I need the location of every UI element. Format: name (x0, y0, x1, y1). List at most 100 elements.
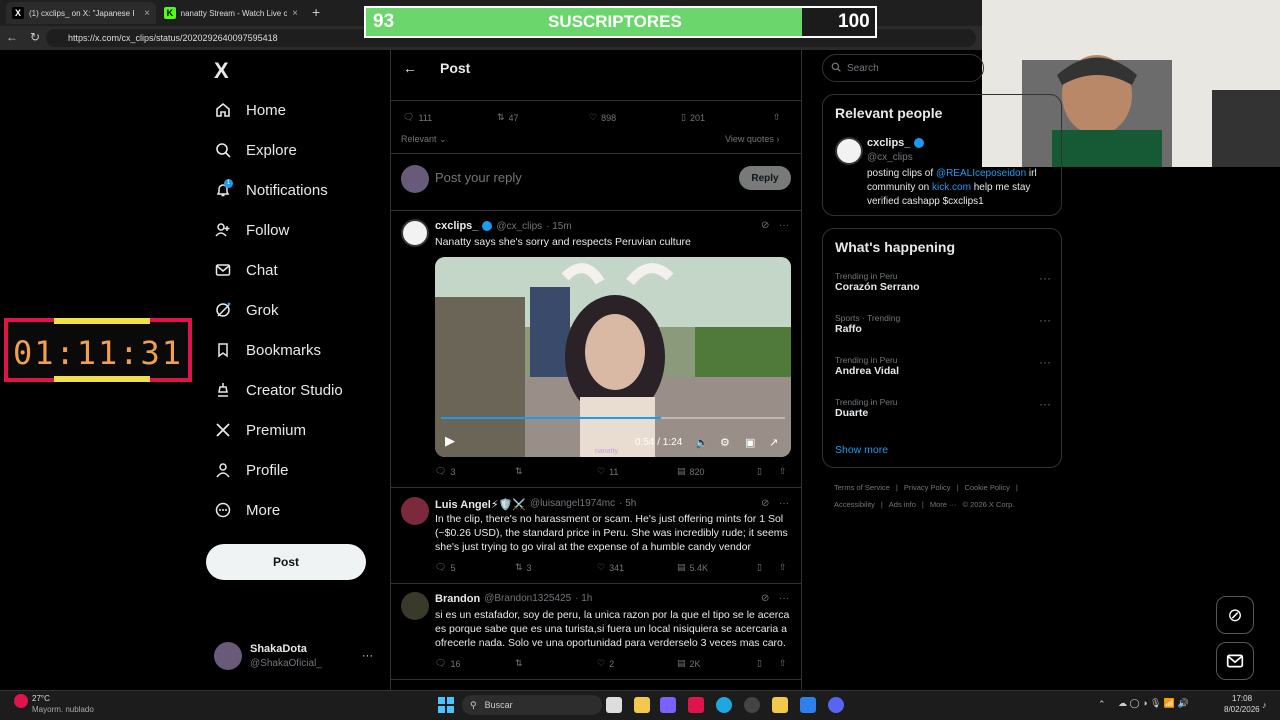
reply-button[interactable]: Reply (739, 166, 791, 190)
like-action[interactable]: ♡ 341 (597, 562, 624, 573)
grok-icon[interactable]: ⊘ (761, 498, 769, 509)
nav-grok[interactable]: Grok (214, 298, 279, 322)
windows-start-icon[interactable] (438, 697, 454, 718)
grok-fab-icon[interactable]: ⊘ (1216, 596, 1254, 634)
footer-link[interactable]: More ··· (930, 500, 957, 509)
footer-link[interactable]: Privacy Policy (904, 483, 951, 492)
close-tab-icon[interactable]: × (144, 8, 150, 19)
repost-action[interactable]: ⇅ (515, 466, 527, 477)
tweet-handle[interactable]: @cx_clips (496, 221, 542, 232)
nav-explore[interactable]: Explore (214, 138, 297, 162)
bio-mention-link[interactable]: @REALIceposeidon (936, 168, 1026, 179)
trend-item[interactable]: Trending in Peru Corazón Serrano (835, 271, 920, 293)
reload-icon[interactable]: ↻ (30, 30, 40, 44)
nav-more[interactable]: More (214, 498, 280, 522)
share-action[interactable]: ⇧ (779, 562, 787, 573)
tweet-time[interactable]: · 15m (546, 221, 572, 232)
footer-link[interactable]: Accessibility (834, 500, 875, 509)
tweet-author-name[interactable]: Luis Angel⚡🛡️⚔️ (435, 498, 526, 511)
nav-home[interactable]: Home (214, 98, 286, 122)
pip-icon[interactable]: ▣ (745, 436, 755, 449)
like-action[interactable]: ♡ 898 (589, 112, 616, 123)
sort-dropdown[interactable]: Relevant ⌄ (401, 134, 447, 145)
chrome-icon[interactable] (744, 697, 760, 713)
nav-creator-studio[interactable]: Creator Studio (214, 378, 343, 402)
repost-action[interactable]: ⇅ 3 (515, 562, 532, 573)
edge-icon[interactable] (716, 697, 732, 713)
nav-notifications[interactable]: 1 Notifications (214, 178, 328, 202)
volume-icon[interactable]: 🔈 (695, 436, 709, 449)
tweet-handle[interactable]: @Brandon1325425 (484, 593, 571, 605)
browser-tab[interactable]: K nanatty Stream - Watch Live on Kick × (158, 2, 304, 24)
tweet-more-icon[interactable]: ··· (779, 498, 789, 509)
back-button[interactable]: ← (403, 60, 417, 76)
nav-bookmarks[interactable]: Bookmarks (214, 338, 321, 362)
reply-action[interactable]: 🗨 5 (435, 562, 455, 573)
fullscreen-icon[interactable]: ↗ (769, 436, 778, 449)
bookmark-action[interactable]: ▯ (757, 466, 762, 477)
tweet-video[interactable]: ▶ 0:54 / 1:24 🔈 ⚙ ▣ ↗ nanatty (435, 257, 791, 457)
tweet-handle[interactable]: @luisangel1974mc (530, 498, 615, 511)
search-input[interactable]: Search (822, 54, 984, 82)
show-more-link[interactable]: Show more (835, 444, 888, 456)
person-name-row[interactable]: cxclips_ (867, 137, 925, 149)
tweet-time[interactable]: · 5h (619, 498, 636, 511)
nav-chat[interactable]: Chat (214, 258, 278, 282)
nav-profile[interactable]: Profile (214, 458, 289, 482)
grok-icon[interactable]: ⊘ (761, 220, 769, 231)
tweet-author-name[interactable]: Brandon (435, 593, 480, 605)
discord-icon[interactable] (828, 697, 844, 713)
repost-action[interactable]: ⇅ (515, 658, 527, 669)
file-explorer-icon[interactable] (634, 697, 650, 713)
share-action[interactable]: ⇧ (779, 658, 787, 669)
post-button[interactable]: Post (206, 544, 366, 580)
view-quotes-link[interactable]: View quotes › (725, 134, 779, 144)
account-more-button[interactable]: ··· (362, 650, 373, 662)
tweet-avatar[interactable] (401, 592, 429, 620)
video-progress-track[interactable] (441, 417, 785, 419)
x-logo-icon[interactable]: X (214, 58, 229, 84)
bookmark-action[interactable]: ▯ 201 (681, 112, 705, 123)
bookmark-action[interactable]: ▯ (757, 658, 762, 669)
messages-fab-icon[interactable] (1216, 642, 1254, 680)
tweet-avatar[interactable] (401, 497, 429, 525)
trend-more-icon[interactable]: ··· (1039, 397, 1051, 411)
account-avatar[interactable] (214, 642, 242, 670)
like-action[interactable]: ♡ 2 (597, 658, 614, 669)
footer-link[interactable]: Ads info (889, 500, 916, 509)
task-view-icon[interactable] (606, 697, 622, 713)
taskbar-search[interactable]: ⚲ Buscar (462, 695, 602, 715)
tweet-avatar[interactable] (401, 219, 429, 247)
tray-icons[interactable]: ☁ ◯ ◑ 🎙 📶 🔊 (1118, 698, 1189, 709)
notepad-icon[interactable] (800, 697, 816, 713)
footer-link[interactable]: Cookie Policy (964, 483, 1009, 492)
tray-chevron-icon[interactable]: ⌃ (1098, 699, 1106, 710)
views-action[interactable]: ▤ 2K (677, 658, 701, 669)
repost-action[interactable]: ⇅ 47 (497, 112, 519, 123)
share-action[interactable]: ⇧ (773, 112, 781, 123)
bookmark-action[interactable]: ▯ (757, 562, 762, 573)
copilot-icon[interactable] (660, 697, 676, 713)
trend-more-icon[interactable]: ··· (1039, 355, 1051, 369)
reply-action[interactable]: 🗨 16 (435, 658, 460, 669)
trend-more-icon[interactable]: ··· (1039, 271, 1051, 285)
share-action[interactable]: ⇧ (779, 466, 787, 477)
footer-link[interactable]: Terms of Service (834, 483, 890, 492)
tweet-time[interactable]: · 1h (575, 593, 592, 605)
trend-item[interactable]: Sports · Trending Raffo (835, 313, 900, 335)
bio-url-link[interactable]: kick.com (932, 182, 971, 193)
reply-input[interactable]: Post your reply (435, 170, 522, 185)
views-action[interactable]: ▤ 820 (677, 466, 705, 477)
tweet-more-icon[interactable]: ··· (779, 593, 789, 604)
trend-more-icon[interactable]: ··· (1039, 313, 1051, 327)
trend-item[interactable]: Trending in Peru Andrea Vidal (835, 355, 899, 377)
tweet-author-name[interactable]: cxclips_ (435, 220, 478, 232)
notifications-bell-icon[interactable]: ♪ (1262, 700, 1267, 710)
play-icon[interactable]: ▶ (445, 433, 455, 449)
tweet-more-icon[interactable]: ··· (779, 220, 789, 231)
nav-follow[interactable]: Follow (214, 218, 289, 242)
views-action[interactable]: ▤ 5.4K (677, 562, 708, 573)
close-tab-icon[interactable]: × (292, 8, 298, 19)
browser-tab-active[interactable]: X (1) cxclips_ on X: "Japanese Kick str … (6, 2, 156, 24)
app-icon[interactable] (688, 697, 704, 713)
